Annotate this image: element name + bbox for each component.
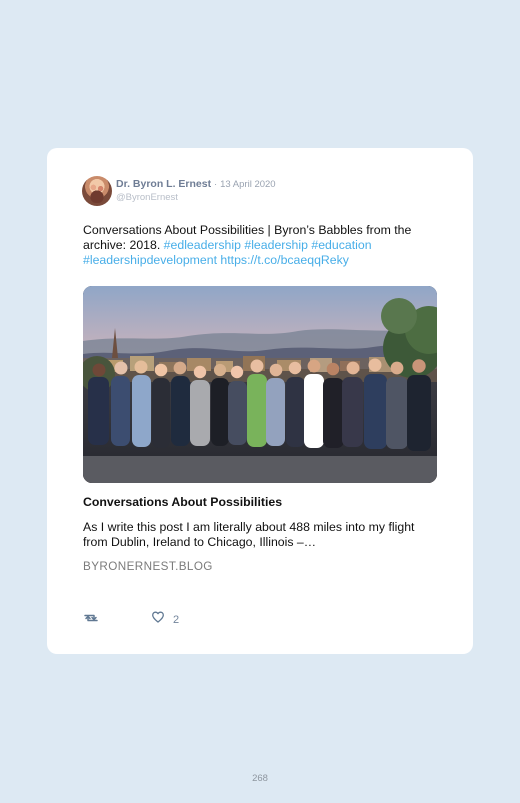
group-photo: [83, 286, 437, 483]
author-meta: Dr. Byron L. Ernest · 13 April 2020 @Byr…: [116, 178, 276, 204]
author-name[interactable]: Dr. Byron L. Ernest: [116, 178, 211, 190]
retweet-icon[interactable]: [83, 610, 99, 626]
page-number: 268: [252, 773, 268, 784]
tweet-link[interactable]: https://t.co/bcaeqqReky: [220, 253, 349, 267]
tweet-text: Conversations About Possibilities | Byro…: [83, 223, 439, 268]
like-count: 2: [173, 613, 180, 626]
preview-title[interactable]: Conversations About Possibilities: [83, 495, 282, 509]
preview-description: As I write this post I am literally abou…: [83, 520, 415, 549]
tweet-actions: 2: [83, 610, 283, 626]
hashtag-edleadership[interactable]: #edleadership: [164, 238, 241, 252]
tweet-date[interactable]: 13 April 2020: [220, 179, 275, 190]
separator-dot: ·: [214, 179, 218, 190]
hashtag-leadershipdevelopment[interactable]: #leadershipdevelopment: [83, 253, 217, 267]
avatar[interactable]: [82, 176, 112, 206]
hashtag-leadership[interactable]: #leadership: [244, 238, 308, 252]
tweet-card[interactable]: Dr. Byron L. Ernest · 13 April 2020 @Byr…: [47, 148, 473, 654]
heart-icon[interactable]: [151, 610, 165, 629]
like-button[interactable]: 2: [151, 610, 179, 629]
author-line: Dr. Byron L. Ernest · 13 April 2020: [116, 178, 276, 191]
author-handle[interactable]: @ByronErnest: [116, 191, 276, 204]
hashtag-education[interactable]: #education: [311, 238, 371, 252]
preview-domain[interactable]: BYRONERNEST.BLOG: [83, 560, 213, 573]
link-preview-image[interactable]: [83, 286, 437, 483]
tweet-header: Dr. Byron L. Ernest · 13 April 2020 @Byr…: [82, 176, 276, 206]
